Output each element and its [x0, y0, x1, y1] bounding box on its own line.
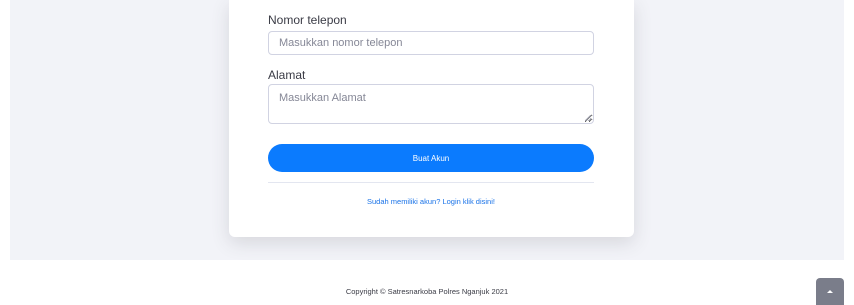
register-card: Nomor telepon Alamat Buat Akun Sudah mem…	[229, 0, 634, 237]
address-label: Alamat	[268, 68, 306, 82]
create-account-button[interactable]: Buat Akun	[268, 144, 594, 172]
phone-input[interactable]	[268, 31, 594, 55]
chevron-up-icon	[827, 290, 833, 293]
address-textarea[interactable]	[268, 84, 594, 124]
phone-label: Nomor telepon	[268, 13, 347, 27]
scroll-to-top-button[interactable]	[816, 278, 844, 305]
login-link[interactable]: Sudah memiliki akun? Login klik disini!	[268, 197, 594, 206]
address-field-wrap	[268, 84, 594, 124]
footer-copyright: Copyright © Satresnarkoba Polres Nganjuk…	[345, 287, 509, 296]
resize-handle-icon[interactable]	[585, 115, 591, 121]
divider	[268, 182, 594, 183]
